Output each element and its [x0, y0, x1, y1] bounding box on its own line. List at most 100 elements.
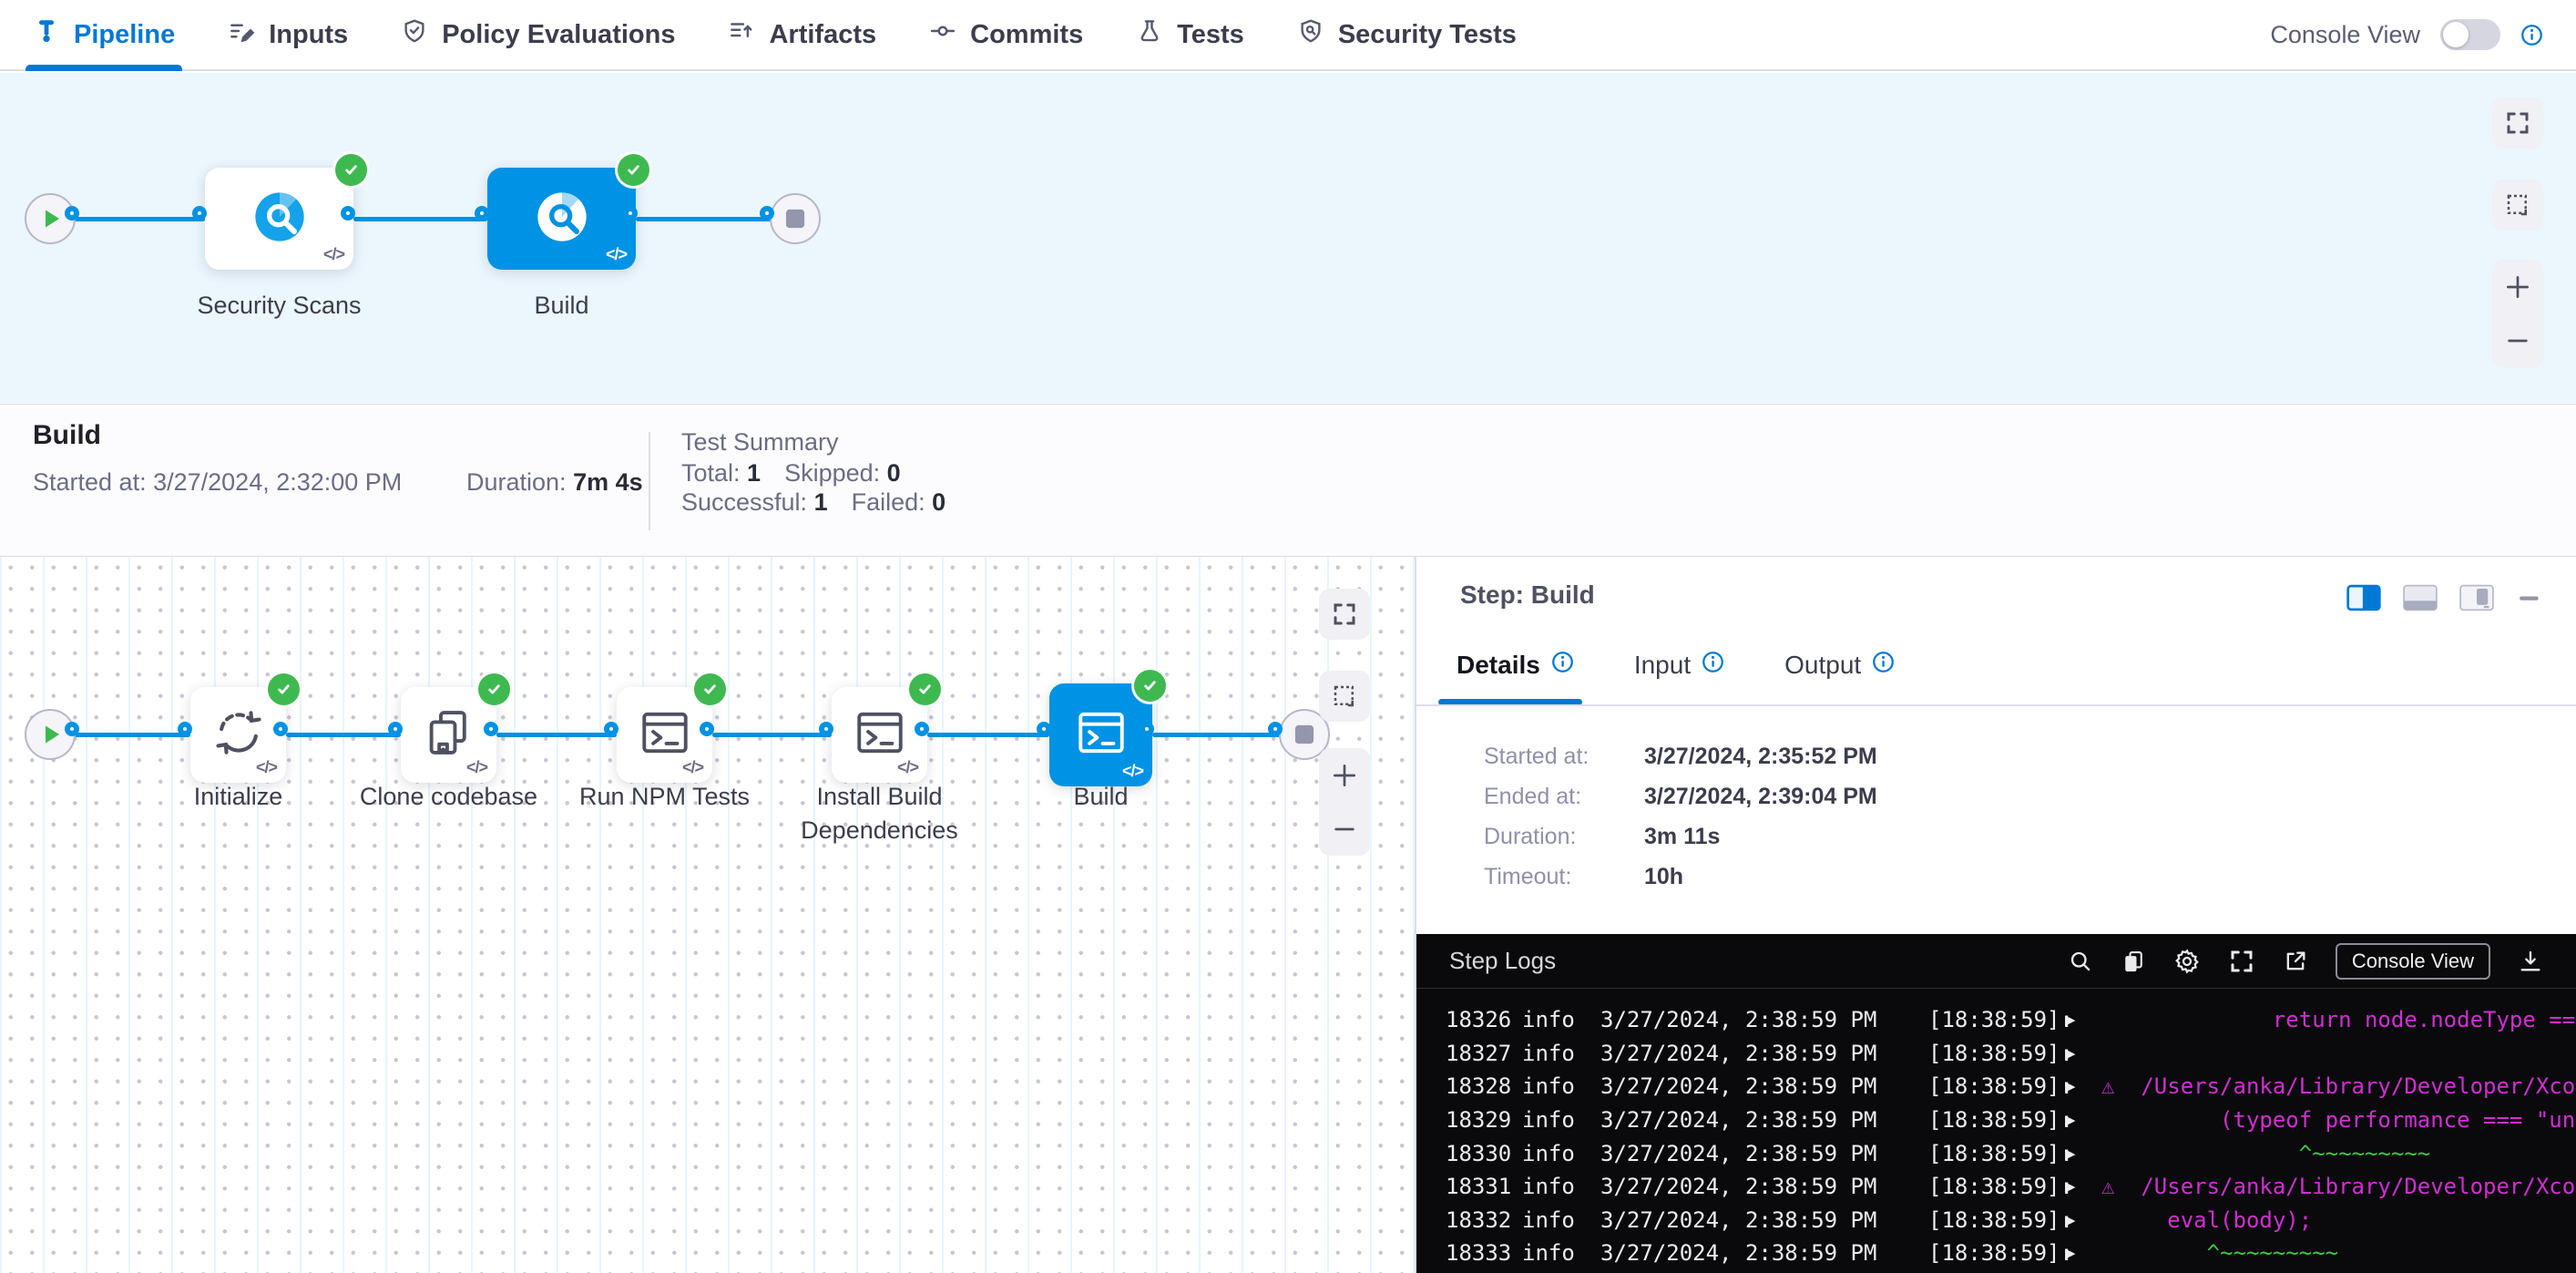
node-port[interactable]: [819, 722, 833, 736]
expand-arrow-icon[interactable]: ▶: [2065, 1176, 2101, 1196]
expand-arrow-icon[interactable]: ▶: [2065, 1243, 2101, 1263]
node-install-build-dependencies[interactable]: </>: [832, 687, 927, 783]
node-port[interactable]: [700, 722, 714, 736]
node-build[interactable]: </>: [1049, 683, 1152, 786]
tab-pipeline[interactable]: Pipeline: [33, 0, 175, 69]
log-row[interactable]: 18332info3/27/2024, 2:38:59 PM[18:38:59]…: [1416, 1204, 2576, 1237]
log-lvl: info: [1522, 1107, 1600, 1133]
node-port[interactable]: [915, 722, 929, 736]
node-port[interactable]: [273, 722, 288, 736]
log-lvl: info: [1522, 1141, 1600, 1166]
tests-icon: [1136, 17, 1163, 52]
node-port[interactable]: [192, 206, 207, 221]
pipeline-edge: [636, 217, 772, 221]
log-row[interactable]: 18330info3/27/2024, 2:38:59 PM[18:38:59]…: [1416, 1136, 2576, 1170]
tab-inputs[interactable]: Inputs: [228, 0, 348, 69]
node-port[interactable]: [760, 206, 774, 221]
expand-arrow-icon[interactable]: ▶: [2065, 1076, 2101, 1096]
node-security-scans[interactable]: </>: [205, 168, 353, 270]
console-view-button[interactable]: Console View: [2336, 943, 2490, 980]
copy-icon[interactable]: [2121, 949, 2146, 974]
node-port[interactable]: [475, 206, 489, 221]
info-icon[interactable]: [1872, 651, 1895, 680]
node-port[interactable]: [178, 722, 192, 736]
node-port[interactable]: [1037, 722, 1051, 736]
info-icon[interactable]: [2520, 24, 2543, 46]
layout-right-icon[interactable]: [2459, 584, 2494, 611]
test-summary-row: Total: 1Skipped: 0: [681, 459, 925, 488]
log-content: ^~~~~~~~~~: [2101, 1240, 2576, 1266]
node-build[interactable]: </>: [487, 168, 636, 270]
minimize-icon[interactable]: [2516, 584, 2543, 611]
log-row[interactable]: 18328info3/27/2024, 2:38:59 PM[18:38:59]…: [1416, 1070, 2576, 1104]
tab-label: Inputs: [269, 20, 348, 50]
log-row[interactable]: 18333info3/27/2024, 2:38:59 PM[18:38:59]…: [1416, 1237, 2576, 1270]
log-row[interactable]: 18329info3/27/2024, 2:38:59 PM[18:38:59]…: [1416, 1104, 2576, 1137]
zoom-in-button[interactable]: [2492, 262, 2543, 313]
success-badge: [618, 154, 649, 186]
stat-label: Skipped:: [784, 459, 887, 487]
node-port[interactable]: [388, 722, 403, 736]
download-icon[interactable]: [2518, 949, 2543, 974]
code-icon: </>: [682, 758, 703, 777]
tab-security-tests[interactable]: Security Tests: [1297, 0, 1517, 69]
success-badge: [268, 673, 300, 705]
test-summary-row: Successful: 1Failed: 0: [681, 488, 969, 517]
node-clone-codebase[interactable]: </>: [401, 687, 496, 783]
canvas-select-button[interactable]: [1319, 671, 1370, 722]
node-port[interactable]: [65, 722, 79, 736]
end-node[interactable]: [770, 193, 821, 244]
node-port[interactable]: [1268, 722, 1283, 736]
node-port[interactable]: [65, 206, 79, 221]
code-icon: </>: [256, 758, 277, 777]
info-icon[interactable]: [1702, 651, 1724, 680]
expand-arrow-icon[interactable]: ▶: [2065, 1210, 2101, 1230]
tab-label: Tests: [1177, 20, 1244, 50]
log-num: 18327: [1446, 1041, 1522, 1066]
node-port[interactable]: [484, 722, 498, 736]
expand-arrow-icon[interactable]: ▶: [2065, 1010, 2101, 1030]
canvas-fullscreen-button[interactable]: [2492, 98, 2543, 149]
search-icon[interactable]: [2068, 949, 2093, 974]
tab-artifacts[interactable]: Artifacts: [728, 0, 876, 69]
log-row[interactable]: 18327info3/27/2024, 2:38:59 PM[18:38:59]…: [1416, 1037, 2576, 1071]
external-link-icon[interactable]: [2283, 949, 2308, 974]
node-run-npm-tests[interactable]: </>: [617, 687, 712, 783]
log-lvl: info: [1522, 1073, 1600, 1099]
step-details-panel: Step: Build DetailsInputOutput Started a…: [1415, 557, 2576, 1273]
tab-policy-evaluations[interactable]: Policy Evaluations: [401, 0, 675, 69]
node-label: Build: [965, 780, 1238, 814]
fullscreen-icon[interactable]: [2228, 948, 2255, 975]
artifacts-icon: [728, 17, 755, 52]
gear-icon[interactable]: [2173, 948, 2201, 975]
node-initialize[interactable]: </>: [190, 687, 286, 783]
zoom-out-button[interactable]: [1319, 804, 1370, 855]
log-row[interactable]: 18326info3/27/2024, 2:38:59 PM[18:38:59]…: [1416, 1003, 2576, 1037]
panel-tab-input[interactable]: Input: [1634, 651, 1724, 680]
info-icon[interactable]: [1551, 651, 1574, 680]
node-port[interactable]: [1140, 722, 1154, 736]
code-icon: </>: [897, 758, 918, 777]
canvas-select-button[interactable]: [2492, 180, 2543, 231]
tab-tests[interactable]: Tests: [1136, 0, 1244, 69]
expand-arrow-icon[interactable]: ▶: [2065, 1144, 2101, 1164]
detail-label: Ended at:: [1484, 784, 1644, 810]
node-port[interactable]: [604, 722, 618, 736]
log-ts: 3/27/2024, 2:38:59 PM: [1600, 1174, 1928, 1199]
zoom-out-button[interactable]: [2492, 315, 2543, 366]
node-port[interactable]: [623, 206, 638, 221]
expand-arrow-icon[interactable]: ▶: [2065, 1043, 2101, 1063]
tab-label: Security Tests: [1338, 20, 1517, 50]
console-view-toggle[interactable]: [2440, 19, 2500, 50]
node-port[interactable]: [341, 206, 355, 221]
log-row[interactable]: 18331info3/27/2024, 2:38:59 PM[18:38:59]…: [1416, 1170, 2576, 1204]
panel-tab-output[interactable]: Output: [1784, 651, 1895, 680]
tab-commits[interactable]: Commits: [929, 0, 1083, 69]
expand-arrow-icon[interactable]: ▶: [2065, 1110, 2101, 1130]
layout-bottom-icon[interactable]: [2403, 584, 2438, 611]
log-num: 18333: [1446, 1240, 1522, 1266]
panel-tab-details[interactable]: Details: [1457, 651, 1574, 680]
canvas-fullscreen-button[interactable]: [1319, 589, 1370, 640]
layout-split-icon[interactable]: [2346, 584, 2381, 611]
zoom-in-button[interactable]: [1319, 750, 1370, 801]
